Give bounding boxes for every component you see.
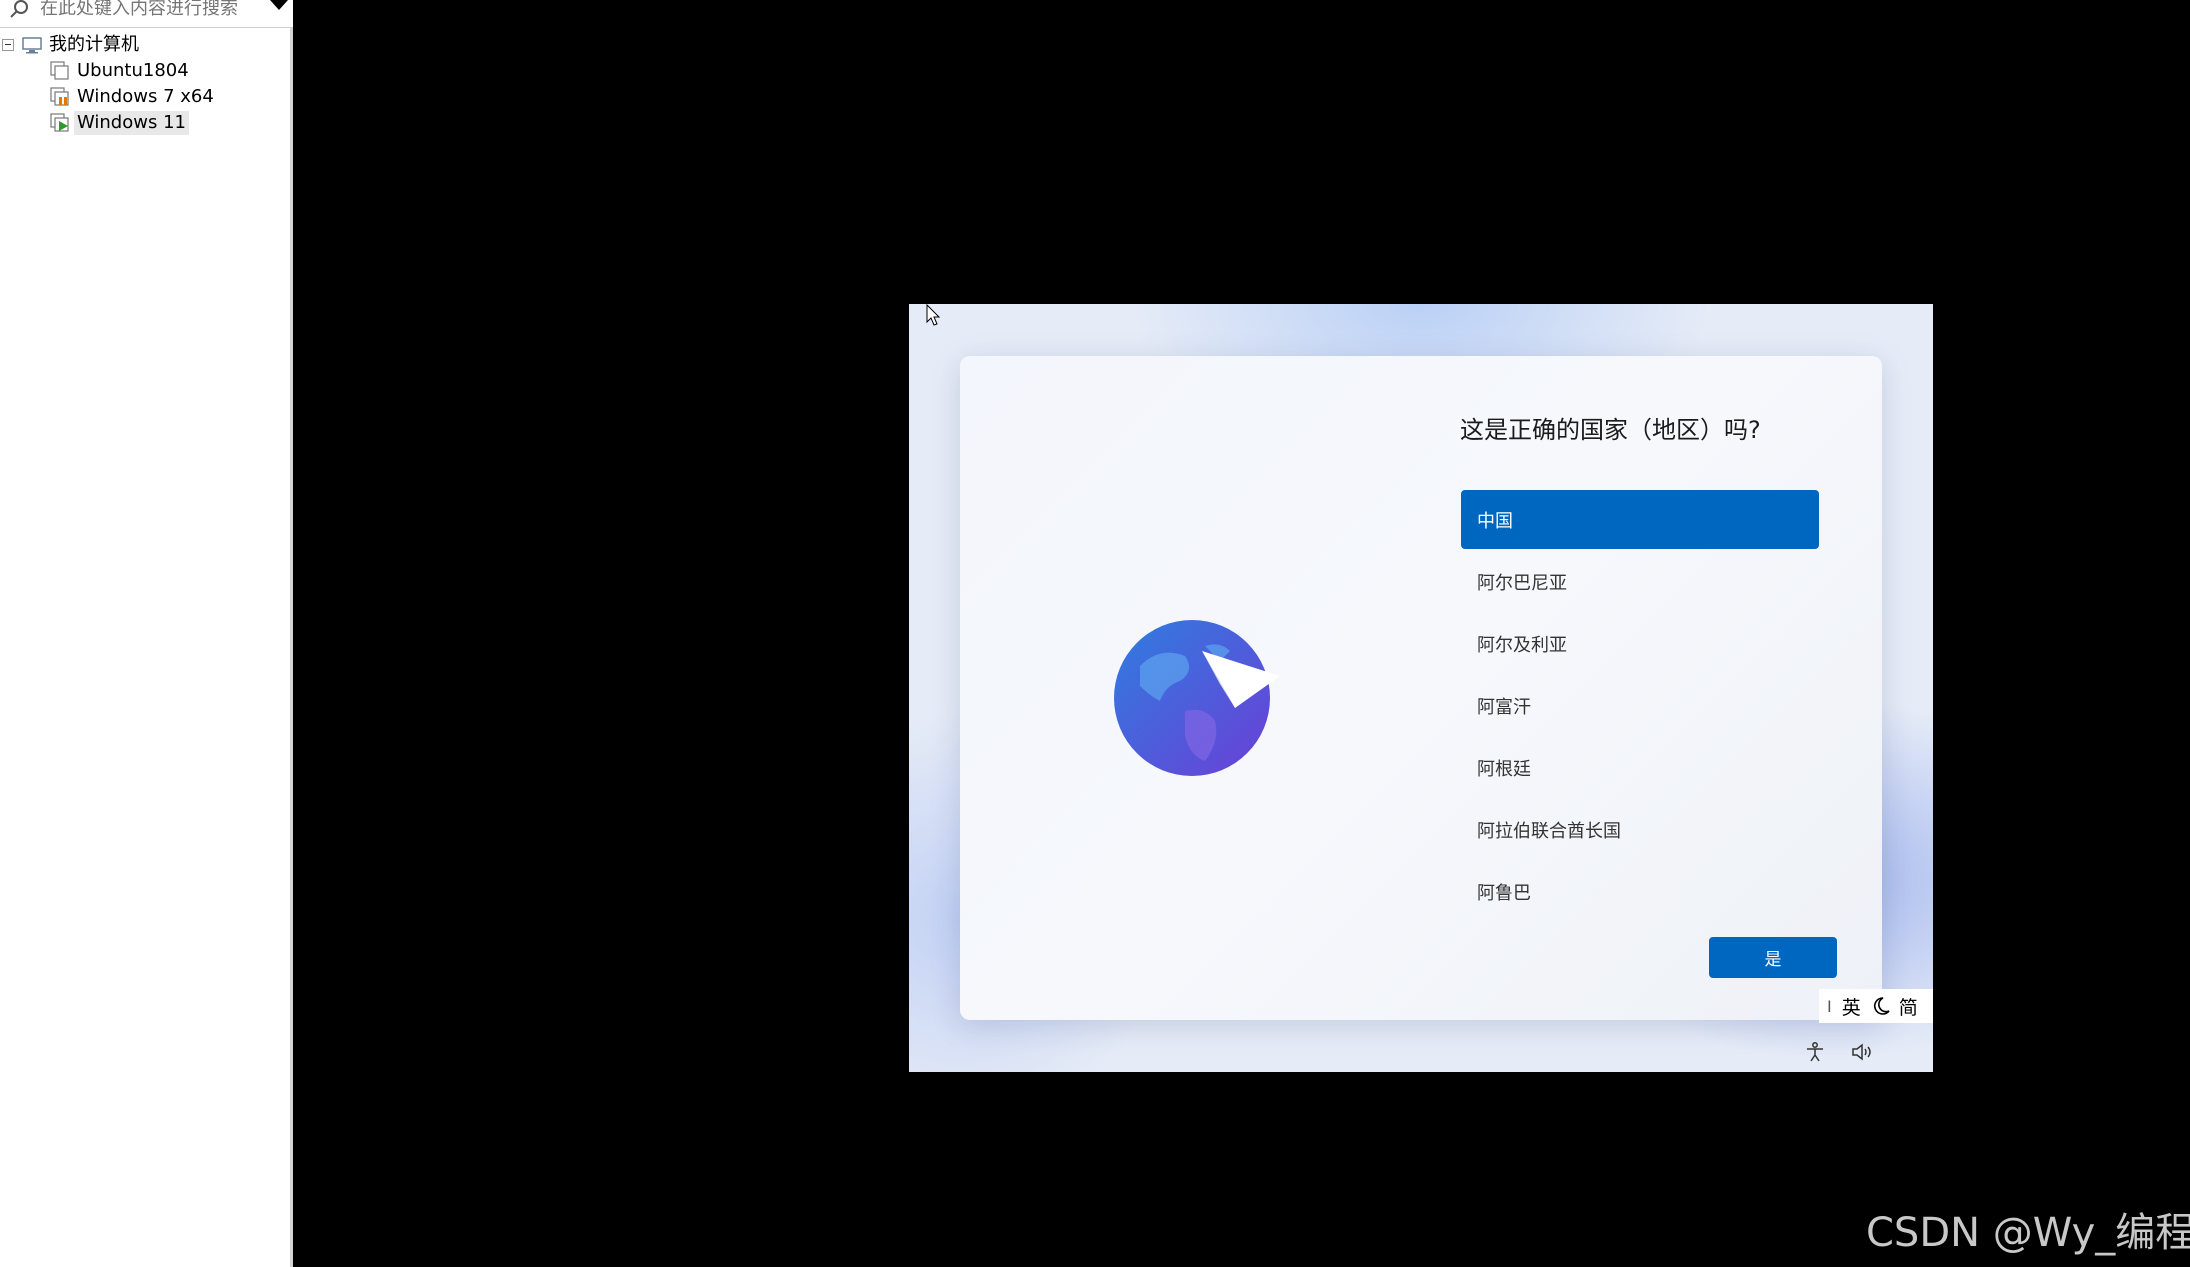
tree-item-label: Ubuntu1804: [77, 60, 189, 81]
country-option[interactable]: 阿尔及利亚: [1461, 614, 1819, 673]
tree-item-label: Windows 11: [74, 111, 189, 135]
country-option[interactable]: 阿根廷: [1461, 738, 1819, 797]
moon-icon[interactable]: [1871, 996, 1891, 1016]
country-option[interactable]: 阿鲁巴: [1461, 862, 1819, 921]
tree-item-ubuntu1804[interactable]: Ubuntu1804: [50, 59, 192, 83]
vm-suspended-icon: [50, 87, 69, 106]
mouse-cursor-icon: [926, 304, 941, 326]
country-option[interactable]: 阿拉伯联合酋长国: [1461, 800, 1819, 859]
tree-item-label: Windows 7 x64: [77, 86, 214, 107]
ime-width-mode[interactable]: 简: [1899, 993, 1918, 1020]
computer-icon: [22, 37, 42, 54]
country-option[interactable]: 阿尔巴尼亚: [1461, 552, 1819, 611]
globe-paper-plane-icon: [1114, 620, 1280, 776]
tree-item-windows11[interactable]: Windows 11: [50, 111, 189, 135]
country-list[interactable]: 中国 阿尔巴尼亚 阿尔及利亚 阿富汗 阿根廷 阿拉伯联合酋长国 阿鲁巴: [1461, 490, 1819, 924]
yes-button[interactable]: 是: [1709, 937, 1837, 978]
library-panel: 我的计算机 Ubuntu1804 Windows 7 x64 Windows 1…: [0, 0, 293, 1267]
page-title: 这是正确的国家（地区）吗?: [1460, 416, 1761, 444]
oobe-dialog: 这是正确的国家（地区）吗? 中国 阿尔巴尼亚 阿尔及利亚 阿富汗 阿根廷 阿拉伯…: [960, 356, 1882, 1020]
tree-item-windows7[interactable]: Windows 7 x64: [50, 85, 217, 109]
tree-collapse-toggle[interactable]: [2, 39, 14, 51]
library-search-input[interactable]: [38, 0, 262, 22]
country-option[interactable]: 阿富汗: [1461, 676, 1819, 735]
ime-separator: I: [1827, 996, 1832, 1016]
vm-display[interactable]: 这是正确的国家（地区）吗? 中国 阿尔巴尼亚 阿尔及利亚 阿富汗 阿根廷 阿拉伯…: [909, 304, 1933, 1072]
tree-root-label: 我的计算机: [49, 34, 139, 55]
volume-icon[interactable]: [1850, 1040, 1874, 1064]
library-search-bar: [0, 0, 293, 28]
country-option-china[interactable]: 中国: [1461, 490, 1819, 549]
vm-running-icon: [50, 113, 69, 132]
ime-toolbar[interactable]: I 英 简: [1819, 989, 1933, 1023]
vm-powered-off-icon: [50, 61, 69, 80]
ime-language-mode[interactable]: 英: [1842, 993, 1861, 1020]
search-dropdown-arrow-icon[interactable]: [270, 0, 288, 10]
search-icon[interactable]: [8, 0, 30, 20]
accessibility-icon[interactable]: [1803, 1040, 1827, 1064]
tree-root-my-computer[interactable]: 我的计算机: [22, 33, 142, 57]
watermark: CSDN @Wy_编程: [1866, 1210, 2190, 1256]
